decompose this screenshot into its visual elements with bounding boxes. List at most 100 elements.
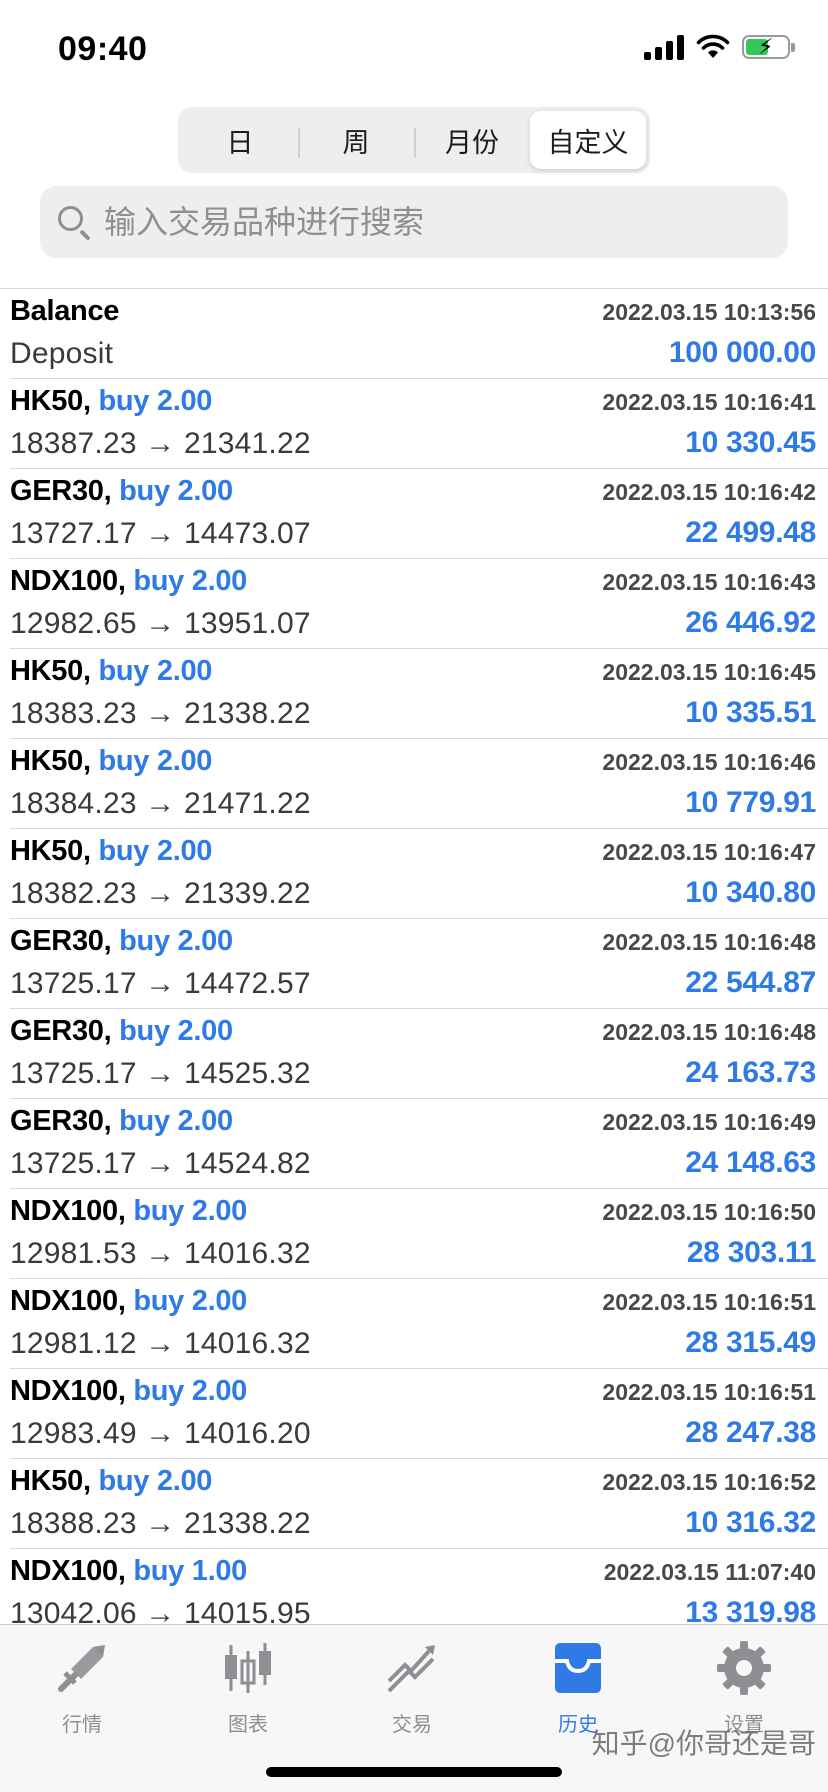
row-symbol-line: HK50, buy 2.00 — [10, 385, 212, 418]
history-list[interactable]: Balance Deposit 2022.03.15 10:13:56 100 000… — [0, 288, 828, 1624]
row-timestamp: 2022.03.15 10:16:42 — [602, 479, 816, 505]
row-profit: 22 544.87 — [685, 966, 816, 999]
history-row[interactable]: GER30, buy 2.00 13725.17 → 14472.57 2022.0… — [10, 919, 828, 1009]
row-separator: , — [82, 655, 99, 687]
row-action: buy 2.00 — [119, 475, 233, 507]
row-symbol: HK50 — [10, 745, 83, 777]
history-row[interactable]: HK50, buy 2.00 18387.23 → 21341.22 2022.03… — [10, 379, 828, 469]
row-timestamp: 2022.03.15 10:16:45 — [602, 659, 816, 685]
row-timestamp: 2022.03.15 10:16:47 — [602, 839, 816, 865]
row-prices: 12981.12 → 14016.32 — [10, 1327, 311, 1360]
row-symbol: HK50 — [10, 1465, 83, 1497]
row-profit: 26 446.92 — [685, 606, 816, 639]
history-row[interactable]: HK50, buy 2.00 18383.23 → 21338.22 2022.03… — [10, 649, 828, 739]
status-time: 09:40 — [58, 30, 148, 68]
row-separator: , — [117, 1375, 134, 1407]
row-separator: , — [117, 1285, 134, 1317]
battery-icon: ⚡ — [742, 34, 795, 59]
row-profit: 10 316.32 — [685, 1506, 816, 1539]
row-timestamp: 2022.03.15 10:16:51 — [602, 1379, 816, 1405]
row-separator: , — [103, 1105, 120, 1137]
row-separator: , — [103, 925, 120, 957]
row-timestamp: 2022.03.15 10:16:52 — [602, 1469, 816, 1495]
row-timestamp: 2022.03.15 10:16:46 — [602, 749, 816, 775]
chart-icon — [219, 1639, 277, 1702]
history-row[interactable]: HK50, buy 2.00 18384.23 → 21471.22 2022.03… — [10, 739, 828, 829]
row-prices: 13042.06 → 14015.95 — [10, 1597, 311, 1624]
tab-quotes[interactable]: 行情 — [22, 1639, 142, 1737]
row-symbol-line: HK50, buy 2.00 — [10, 745, 212, 778]
tab-chart[interactable]: 图表 — [188, 1639, 308, 1737]
row-timestamp: 2022.03.15 11:07:40 — [603, 1559, 816, 1585]
row-symbol-line: HK50, buy 2.00 — [10, 1465, 212, 1498]
row-timestamp: 2022.03.15 10:13:56 — [602, 299, 816, 325]
row-action: buy 2.00 — [119, 925, 233, 957]
row-symbol: GER30 — [10, 475, 104, 507]
row-prices: 18388.23 → 21338.22 — [10, 1507, 311, 1540]
row-action: buy 2.00 — [98, 655, 213, 687]
row-action: buy 2.00 — [98, 1465, 213, 1497]
home-indicator[interactable] — [266, 1767, 562, 1777]
history-row[interactable]: HK50, buy 2.00 18382.23 → 21339.22 2022.03… — [10, 829, 828, 919]
row-symbol-line: NDX100, buy 2.00 — [10, 1375, 247, 1408]
row-symbol-line: GER30, buy 2.00 — [10, 1105, 233, 1138]
row-profit: 10 779.91 — [685, 786, 816, 819]
history-row[interactable]: NDX100, buy 1.00 13042.06 → 14015.95 2022.… — [10, 1549, 828, 1624]
segment-3[interactable]: 自定义 — [530, 111, 646, 169]
row-profit: 24 148.63 — [685, 1146, 816, 1179]
row-symbol: GER30 — [10, 925, 104, 957]
row-profit: 10 340.80 — [685, 876, 816, 909]
tab-label: 交易 — [392, 1714, 432, 1736]
status-icons: ⚡ — [644, 34, 795, 60]
segment-1[interactable]: 周 — [298, 111, 414, 169]
row-prices: 18383.23 → 21338.22 — [10, 697, 311, 730]
history-row[interactable]: GER30, buy 2.00 13727.17 → 14473.07 2022.0… — [10, 469, 828, 559]
row-prices: 13725.17 → 14472.57 — [10, 967, 311, 1000]
history-row[interactable]: GER30, buy 2.00 13725.17 → 14524.82 2022.0… — [10, 1099, 828, 1189]
history-row[interactable]: NDX100, buy 2.00 12983.49 → 14016.20 2022.… — [10, 1369, 828, 1459]
row-action: buy 2.00 — [133, 1375, 248, 1407]
row-profit: 28 303.11 — [686, 1236, 816, 1269]
history-row[interactable]: Balance Deposit 2022.03.15 10:13:56 100 000… — [10, 289, 828, 379]
row-profit: 10 335.51 — [685, 696, 816, 729]
status-bar: 09:40 ⚡ — [0, 0, 828, 100]
history-row[interactable]: GER30, buy 2.00 13725.17 → 14525.32 2022.0… — [10, 1009, 828, 1099]
row-symbol-line: GER30, buy 2.00 — [10, 475, 233, 508]
tab-label: 图表 — [228, 1714, 268, 1736]
row-symbol: GER30 — [10, 1105, 104, 1137]
history-icon — [549, 1639, 607, 1702]
trade-icon — [383, 1639, 441, 1702]
row-separator: , — [103, 475, 120, 507]
row-action: buy 2.00 — [133, 1195, 248, 1227]
row-action: buy 1.00 — [133, 1555, 248, 1587]
history-row[interactable]: HK50, buy 2.00 18388.23 → 21338.22 2022.03… — [10, 1459, 828, 1549]
row-prices: 13727.17 → 14473.07 — [10, 517, 311, 550]
row-separator: , — [82, 1465, 99, 1497]
row-symbol: GER30 — [10, 1015, 104, 1047]
row-symbol: NDX100 — [10, 565, 118, 597]
tab-trade[interactable]: 交易 — [352, 1639, 472, 1737]
row-symbol-line: NDX100, buy 2.00 — [10, 1285, 247, 1318]
row-symbol-line: HK50, buy 2.00 — [10, 835, 212, 868]
row-symbol-line: GER30, buy 2.00 — [10, 925, 233, 958]
search-input[interactable] — [104, 203, 744, 241]
cellular-signal-icon — [644, 34, 684, 60]
row-profit: 28 315.49 — [685, 1326, 816, 1359]
row-action: buy 2.00 — [119, 1105, 233, 1137]
row-symbol-line: NDX100, buy 1.00 — [10, 1555, 247, 1588]
row-action: buy 2.00 — [133, 1285, 248, 1317]
row-timestamp: 2022.03.15 10:16:50 — [602, 1199, 816, 1225]
row-symbol: NDX100 — [10, 1195, 118, 1227]
row-profit: 10 330.45 — [685, 426, 816, 459]
row-symbol: NDX100 — [10, 1555, 118, 1587]
history-row[interactable]: NDX100, buy 2.00 12981.53 → 14016.32 2022.… — [10, 1189, 828, 1279]
row-action: buy 2.00 — [133, 565, 248, 597]
segment-0[interactable]: 日 — [182, 111, 298, 169]
history-row[interactable]: NDX100, buy 2.00 12982.65 → 13951.07 2022.… — [10, 559, 828, 649]
history-row[interactable]: NDX100, buy 2.00 12981.12 → 14016.32 2022.… — [10, 1279, 828, 1369]
row-prices: 18384.23 → 21471.22 — [10, 787, 311, 820]
row-timestamp: 2022.03.15 10:16:41 — [602, 389, 816, 415]
search-bar[interactable] — [40, 186, 788, 258]
segment-2[interactable]: 月份 — [414, 111, 530, 169]
row-timestamp: 2022.03.15 10:16:48 — [602, 1019, 816, 1045]
